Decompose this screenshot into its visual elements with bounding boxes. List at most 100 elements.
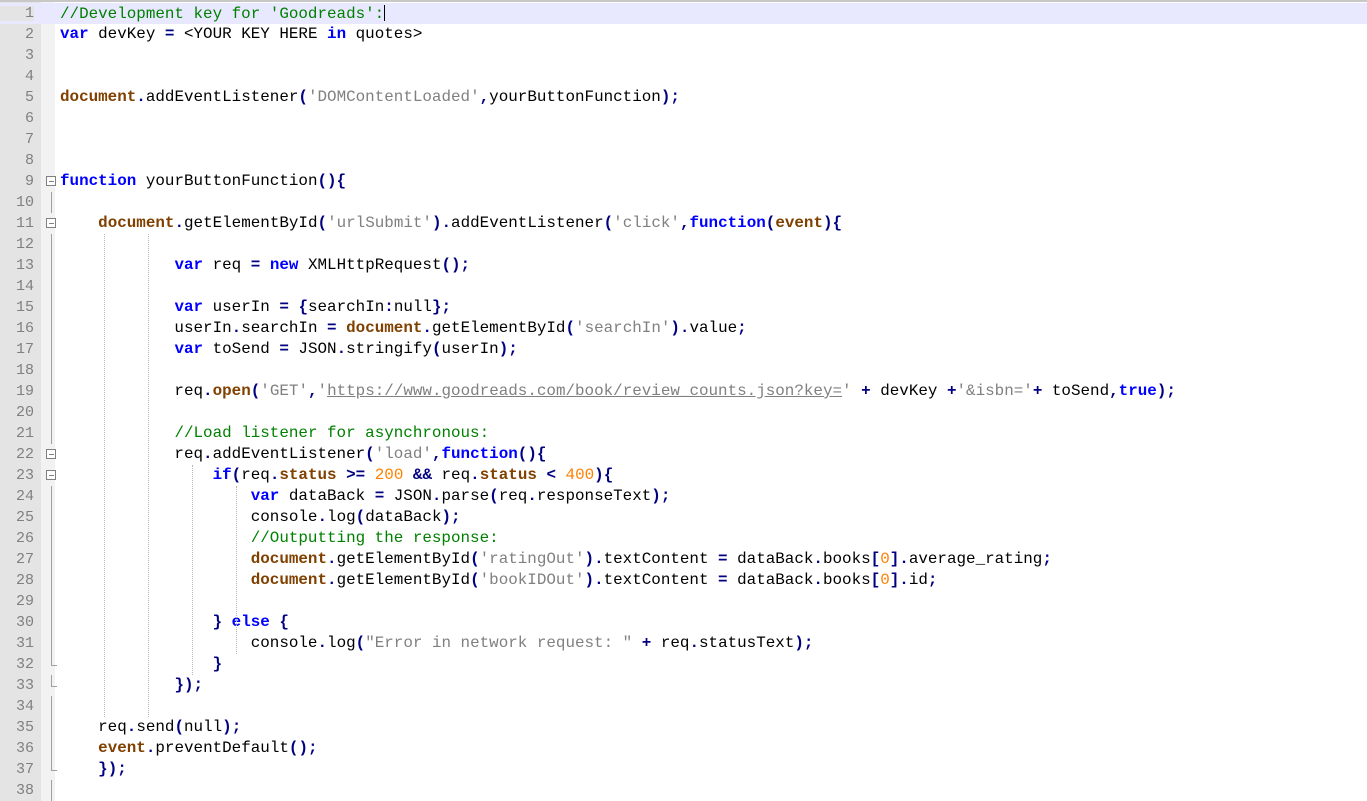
code-line[interactable]: 6 [0,108,1367,129]
code-token: document [346,319,423,337]
code-line[interactable]: 21 //Load listener for asynchronous: [0,423,1367,444]
code-text[interactable]: req.send(null); [60,719,241,736]
code-text[interactable]: //Development key for 'Goodreads': [60,5,386,23]
code-line[interactable]: 32 } [0,654,1367,675]
code-line[interactable]: 22 req.addEventListener('load',function(… [0,444,1367,465]
code-text[interactable]: if(req.status >= 200 && req.status < 400… [60,466,614,484]
line-number: 32 [15,656,34,673]
code-line[interactable]: 30 } else { [0,612,1367,633]
code-text[interactable]: var devKey = <YOUR KEY HERE in quotes> [60,26,422,43]
line-number: 17 [15,341,34,358]
code-line[interactable]: 33 }); [0,675,1367,696]
line-number: 37 [15,761,34,778]
code-token: ). [584,571,604,589]
code-text[interactable]: }); [60,761,127,778]
code-text[interactable]: var dataBack = JSON.parse(req.responseTe… [60,487,671,505]
code-token: dataBack [365,508,442,526]
code-line[interactable]: 3 [0,45,1367,66]
code-token: (){ [517,445,547,463]
code-text[interactable]: req.open('GET','https://www.goodreads.co… [60,382,1175,400]
code-token: document [98,214,175,232]
line-number: 29 [15,593,34,610]
code-token: . [145,739,156,757]
code-text[interactable]: var userIn = {searchIn:null}; [60,299,451,316]
code-line[interactable]: 4 [0,66,1367,87]
code-line[interactable]: 24 var dataBack = JSON.parse(req.respons… [0,486,1367,507]
code-line[interactable]: 5 document.addEventListener('DOMContentLo… [0,87,1367,108]
fold-toggle-icon[interactable] [46,218,56,228]
code-line[interactable]: 17 var toSend = JSON.stringify(userIn); [0,339,1367,360]
code-line[interactable]: 16 userIn.searchIn = document.getElement… [0,318,1367,339]
code-token: . [422,319,432,337]
code-text[interactable]: } [60,656,223,673]
code-text[interactable]: req.addEventListener('load',function(){ [60,446,546,463]
code-token: 'DOMContentLoaded' [307,88,480,106]
code-text[interactable]: console.log("Error in network request: "… [60,634,814,652]
code-line[interactable]: 23 if(req.status >= 200 && req.status < … [0,465,1367,486]
fold-toggle-icon[interactable] [46,449,56,459]
code-text[interactable]: document.getElementById('urlSubmit').add… [60,215,842,232]
code-line[interactable]: 29 [0,591,1367,612]
code-line[interactable]: 34 [0,696,1367,717]
code-text[interactable]: document.addEventListener('DOMContentLoa… [60,89,680,106]
code-token: ); [498,340,518,358]
code-line[interactable]: 13 var req = new XMLHttpRequest(); [0,255,1367,276]
code-line[interactable]: 7 [0,129,1367,150]
code-token: getElementById [336,571,471,589]
code-token: req [203,256,251,274]
code-token: if [212,466,232,484]
code-line[interactable]: 10 [0,192,1367,213]
code-line[interactable]: 26 //Outputting the response: [0,528,1367,549]
code-text[interactable]: } else { [60,614,289,631]
fold-toggle-icon[interactable] [46,470,56,480]
fold-line-marker [51,276,52,297]
code-text[interactable]: var req = new XMLHttpRequest(); [60,257,470,274]
code-line[interactable]: 9 function yourButtonFunction(){ [0,171,1367,192]
code-text[interactable]: event.preventDefault(); [60,739,318,757]
line-number: 35 [15,719,34,736]
code-line[interactable]: 31 console.log("Error in network request… [0,633,1367,654]
code-text[interactable]: //Load listener for asynchronous: [60,425,489,442]
fold-line-marker [51,402,52,423]
code-text[interactable]: //Outputting the response: [60,530,499,547]
code-line[interactable]: 14 [0,276,1367,297]
code-token: status [279,466,337,484]
code-line[interactable]: 35 req.send(null); [0,717,1367,738]
code-line[interactable]: 20 [0,402,1367,423]
code-text[interactable]: function yourButtonFunction(){ [60,173,346,190]
code-line[interactable]: 8 [0,150,1367,171]
code-line[interactable]: 36 event.preventDefault(); [0,738,1367,759]
code-line[interactable]: 19 req.open('GET','https://www.goodreads… [0,381,1367,402]
code-line[interactable]: 27 document.getElementById('ratingOut').… [0,549,1367,570]
code-line[interactable]: 11 document.getElementById('urlSubmit').… [0,213,1367,234]
code-token: ); [794,634,814,652]
code-token: function [60,172,137,190]
fold-toggle-icon[interactable] [46,176,56,186]
code-text[interactable]: document.getElementById('ratingOut').tex… [60,551,1052,568]
code-token: . [813,571,823,589]
fold-line-marker [51,738,52,759]
code-line[interactable]: 37 }); [0,759,1367,780]
code-token: responseText [536,487,652,505]
code-token: . [689,634,699,652]
code-line[interactable]: 38 [0,780,1367,801]
code-line[interactable]: 2 var devKey = <YOUR KEY HERE in quotes> [0,24,1367,45]
code-line[interactable]: 25 console.log(dataBack); [0,507,1367,528]
code-text[interactable]: userIn.searchIn = document.getElementByI… [60,319,746,337]
code-text[interactable]: }); [60,677,203,694]
code-line[interactable]: 18 [0,360,1367,381]
code-editor[interactable]: 1 //Development key for 'Goodreads': 2 var … [0,0,1367,801]
code-token: parse [441,487,490,505]
code-token: addEventListener [145,88,299,106]
code-line[interactable]: 28 document.getElementById('bookIDOut').… [0,570,1367,591]
code-token: (); [288,739,318,757]
code-text[interactable]: console.log(dataBack); [60,509,461,526]
code-line[interactable]: 15 var userIn = {searchIn:null}; [0,297,1367,318]
code-line[interactable]: 1 //Development key for 'Goodreads': [0,3,1367,24]
code-text[interactable]: var toSend = JSON.stringify(userIn); [60,340,518,358]
code-token: . [317,508,328,526]
code-token: 0 [880,571,890,589]
code-line[interactable]: 12 [0,234,1367,255]
fold-line-marker [51,696,52,717]
